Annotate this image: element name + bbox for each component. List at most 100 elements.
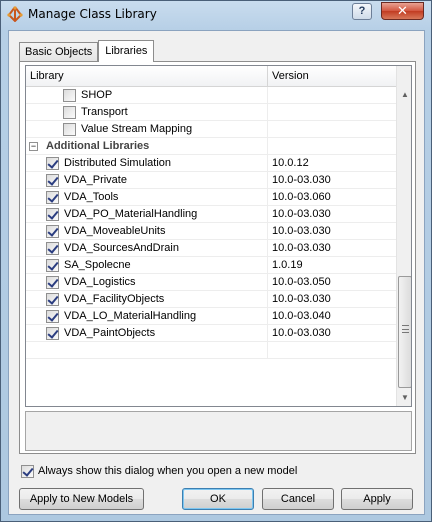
group-row[interactable]: − Additional Libraries (26, 138, 396, 155)
library-checkbox[interactable] (46, 242, 59, 255)
library-checkbox[interactable] (46, 259, 59, 272)
column-divider (267, 308, 268, 325)
close-button[interactable]: ✕ (381, 2, 424, 20)
always-show-label[interactable]: Always show this dialog when you open a … (38, 465, 297, 477)
column-divider (267, 121, 268, 138)
library-version: 10.0-03.030 (272, 242, 331, 254)
library-name: SA_Spolecne (64, 259, 131, 271)
library-version: 10.0-03.040 (272, 310, 331, 322)
libraries-panel: Library Version SHOP Transport Value Strea… (19, 61, 416, 454)
column-header-version[interactable]: Version (272, 70, 309, 82)
window-title: Manage Class Library (28, 7, 157, 21)
vertical-scrollbar[interactable]: ▲ ▼ (396, 66, 411, 406)
column-divider (267, 155, 268, 172)
library-row[interactable]: VDA_SourcesAndDrain 10.0-03.030 (26, 240, 396, 257)
library-name: VDA_Logistics (64, 276, 136, 288)
library-row[interactable]: VDA_Logistics 10.0-03.050 (26, 274, 396, 291)
library-checkbox[interactable] (63, 106, 76, 119)
column-divider (267, 223, 268, 240)
library-name: Distributed Simulation (64, 157, 171, 169)
tab-strip: Basic Objects Libraries (19, 40, 155, 62)
library-name: VDA_Tools (64, 191, 119, 203)
empty-row (26, 342, 396, 359)
library-row[interactable]: VDA_Tools 10.0-03.060 (26, 189, 396, 206)
library-version: 10.0-03.050 (272, 276, 331, 288)
column-divider (267, 172, 268, 189)
library-checkbox[interactable] (46, 310, 59, 323)
library-name: Transport (81, 106, 128, 118)
list-header: Library Version (26, 66, 396, 87)
apply-to-new-models-button[interactable]: Apply to New Models (19, 488, 144, 510)
library-row[interactable]: Transport (26, 104, 396, 121)
library-row[interactable]: SHOP (26, 87, 396, 104)
library-checkbox[interactable] (46, 276, 59, 289)
library-row[interactable]: VDA_PaintObjects 10.0-03.030 (26, 325, 396, 342)
library-checkbox[interactable] (63, 123, 76, 136)
library-checkbox[interactable] (46, 225, 59, 238)
always-show-checkbox[interactable] (21, 465, 34, 478)
library-version: 1.0.19 (272, 259, 303, 271)
apply-button[interactable]: Apply (341, 488, 413, 510)
library-name: VDA_PaintObjects (64, 327, 156, 339)
ok-button[interactable]: OK (182, 488, 254, 510)
library-checkbox[interactable] (63, 89, 76, 102)
column-divider (267, 189, 268, 206)
library-version: 10.0-03.030 (272, 293, 331, 305)
title-bar[interactable]: Manage Class Library ? ✕ (1, 1, 431, 29)
library-row[interactable]: SA_Spolecne 1.0.19 (26, 257, 396, 274)
column-divider (267, 240, 268, 257)
library-version: 10.0-03.030 (272, 327, 331, 339)
scroll-down-arrow-icon[interactable]: ▼ (397, 390, 411, 406)
column-divider (267, 87, 268, 104)
library-version: 10.0-03.030 (272, 225, 331, 237)
description-box (25, 411, 412, 451)
library-row[interactable]: VDA_PO_MaterialHandling 10.0-03.030 (26, 206, 396, 223)
app-icon (7, 6, 23, 22)
column-divider (267, 291, 268, 308)
library-checkbox[interactable] (46, 191, 59, 204)
column-divider (267, 325, 268, 342)
library-list: Library Version SHOP Transport Value Strea… (25, 65, 412, 407)
library-checkbox[interactable] (46, 327, 59, 340)
tab-libraries[interactable]: Libraries (98, 40, 155, 62)
column-divider (267, 274, 268, 291)
library-name: VDA_Private (64, 174, 127, 186)
library-row[interactable]: VDA_FacilityObjects 10.0-03.030 (26, 291, 396, 308)
library-name: VDA_SourcesAndDrain (64, 242, 179, 254)
collapse-toggle-icon[interactable]: − (29, 142, 38, 151)
library-row[interactable]: Distributed Simulation 10.0.12 (26, 155, 396, 172)
library-checkbox[interactable] (46, 174, 59, 187)
library-version: 10.0-03.060 (272, 191, 331, 203)
library-name: Value Stream Mapping (81, 123, 193, 135)
column-divider (267, 104, 268, 121)
dialog-body: Basic Objects Libraries Library Version … (8, 30, 425, 515)
library-checkbox[interactable] (46, 208, 59, 221)
library-name: VDA_FacilityObjects (64, 293, 165, 305)
library-version: 10.0-03.030 (272, 208, 331, 220)
scroll-up-arrow-icon[interactable]: ▲ (397, 87, 411, 103)
column-divider (267, 138, 268, 155)
library-rows: SHOP Transport Value Stream Mapping − Additi… (26, 87, 396, 359)
library-version: 10.0-03.030 (272, 174, 331, 186)
help-button[interactable]: ? (352, 3, 372, 20)
library-name: VDA_LO_MaterialHandling (64, 310, 197, 322)
library-name: SHOP (81, 89, 113, 101)
library-name: VDA_PO_MaterialHandling (64, 208, 198, 220)
manage-class-library-dialog: Manage Class Library ? ✕ Basic Objects L… (0, 0, 432, 522)
column-header-library[interactable]: Library (30, 70, 64, 82)
tab-basic-objects[interactable]: Basic Objects (19, 42, 99, 62)
library-checkbox[interactable] (46, 293, 59, 306)
library-row[interactable]: VDA_MoveableUnits 10.0-03.030 (26, 223, 396, 240)
library-row[interactable]: VDA_LO_MaterialHandling 10.0-03.040 (26, 308, 396, 325)
column-divider (267, 257, 268, 274)
column-divider (267, 342, 268, 359)
library-row[interactable]: Value Stream Mapping (26, 121, 396, 138)
library-name: VDA_MoveableUnits (64, 225, 166, 237)
library-row[interactable]: VDA_Private 10.0-03.030 (26, 172, 396, 189)
column-divider[interactable] (267, 66, 268, 87)
column-divider (267, 206, 268, 223)
scrollbar-thumb[interactable] (398, 276, 411, 388)
cancel-button[interactable]: Cancel (262, 488, 334, 510)
library-checkbox[interactable] (46, 157, 59, 170)
library-version: 10.0.12 (272, 157, 309, 169)
